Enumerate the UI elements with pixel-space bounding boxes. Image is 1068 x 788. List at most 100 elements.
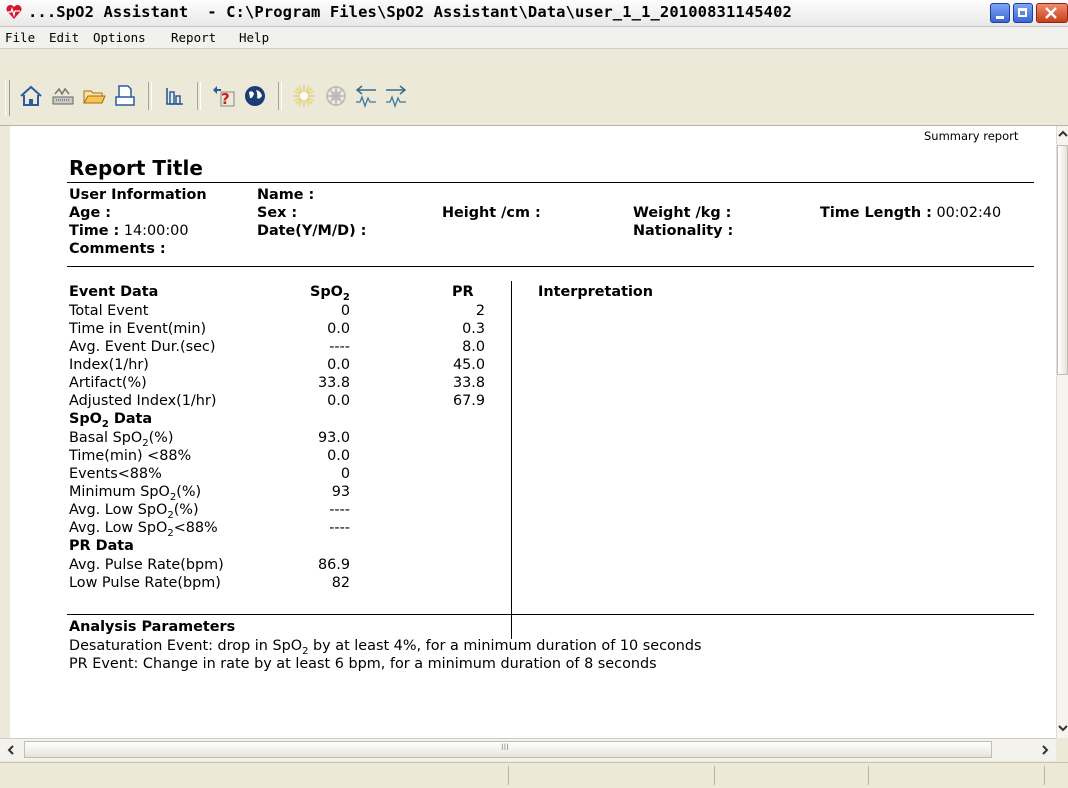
horizontal-scroll-thumb[interactable]: III bbox=[24, 741, 992, 758]
spo2-row-value: ---- bbox=[329, 502, 350, 518]
event-row-pr: 8.0 bbox=[462, 339, 485, 355]
status-divider bbox=[714, 766, 715, 785]
event-row-label: Index(1/hr) bbox=[69, 357, 149, 373]
open-folder-icon[interactable] bbox=[80, 82, 108, 110]
time-label: Time : bbox=[69, 223, 120, 239]
scroll-down-icon[interactable] bbox=[1058, 723, 1068, 733]
spo2-row-label-text: Avg. Low SpO bbox=[69, 520, 168, 536]
toolbar-separator bbox=[148, 82, 152, 110]
spo2-column-header: SpO2 bbox=[310, 284, 350, 303]
status-bar bbox=[0, 762, 1068, 788]
spo2-row-label-text: Basal SpO bbox=[69, 430, 143, 446]
analysis-heading: Analysis Parameters bbox=[69, 619, 236, 635]
spo2-row-label-suffix: (%) bbox=[148, 430, 174, 446]
time-value: 14:00:00 bbox=[123, 223, 189, 239]
svg-text:?: ? bbox=[221, 90, 230, 108]
print-icon[interactable] bbox=[111, 82, 139, 110]
pr-column-header: PR bbox=[452, 284, 474, 300]
scroll-right-icon[interactable] bbox=[1040, 745, 1050, 755]
status-divider bbox=[508, 766, 509, 785]
spo2-row-value: 0.0 bbox=[327, 448, 350, 464]
scroll-grip: III bbox=[501, 743, 509, 753]
desaturation-text-end: by at least 4%, for a minimum duration o… bbox=[308, 638, 702, 654]
time-length: Time Length : 00:02:40 bbox=[820, 205, 1001, 221]
spo2-row-label-text: Time(min) <88% bbox=[69, 448, 192, 464]
help-icon[interactable]: ? bbox=[209, 82, 237, 110]
age-label: Age : bbox=[69, 205, 111, 221]
spo2-row-label-suffix: <88% bbox=[173, 520, 218, 536]
event-row-pr: 2 bbox=[475, 303, 485, 319]
comments-label: Comments : bbox=[69, 241, 166, 257]
interpretation-heading: Interpretation bbox=[538, 284, 654, 300]
spo2-header-main: SpO bbox=[310, 284, 343, 300]
name-label: Name : bbox=[257, 187, 315, 203]
app-heart-icon[interactable] bbox=[5, 4, 23, 20]
event-row-spo2: 0.0 bbox=[327, 321, 350, 337]
spo2-data-heading-sub: 2 bbox=[101, 418, 109, 430]
toolbar-grip[interactable] bbox=[5, 80, 10, 116]
event-row-spo2: 0.0 bbox=[327, 393, 350, 409]
spo2-row-value: 0 bbox=[340, 466, 350, 482]
spo2-data-heading: SpO2 Data bbox=[69, 411, 152, 430]
toolbar-separator bbox=[278, 82, 282, 110]
vertical-scrollbar[interactable] bbox=[1056, 126, 1068, 738]
summary-report-label: Summary report bbox=[924, 129, 1019, 143]
spo2-data-heading-rest: Data bbox=[108, 411, 153, 427]
pr-row-label: Avg. Pulse Rate(bpm) bbox=[69, 557, 224, 573]
event-row-spo2: 0 bbox=[340, 303, 350, 319]
spo2-row-value: 93.0 bbox=[317, 430, 350, 446]
scroll-up-icon[interactable] bbox=[1058, 129, 1068, 139]
event-row-label: Artifact(%) bbox=[69, 375, 147, 391]
menu-report[interactable]: Report bbox=[171, 30, 216, 45]
menu-edit[interactable]: Edit bbox=[49, 30, 79, 45]
globe-icon[interactable] bbox=[241, 82, 269, 110]
spo2-row-value: ---- bbox=[329, 520, 350, 536]
pr-data-heading: PR Data bbox=[69, 538, 134, 554]
divider bbox=[67, 614, 1034, 615]
spo2-row-label: Basal SpO2(%) bbox=[69, 430, 173, 449]
divider bbox=[67, 182, 1034, 183]
weight-label: Weight /kg : bbox=[633, 205, 732, 221]
vertical-scroll-thumb[interactable] bbox=[1057, 145, 1068, 375]
close-button[interactable] bbox=[1036, 3, 1068, 23]
event-row-label: Adjusted Index(1/hr) bbox=[69, 393, 217, 409]
pr-row-value: 86.9 bbox=[317, 557, 350, 573]
spo2-row-label-suffix: (%) bbox=[173, 502, 199, 518]
event-row-pr: 45.0 bbox=[452, 357, 485, 373]
import-icon[interactable] bbox=[352, 82, 380, 110]
user-info-heading: User Information bbox=[69, 187, 207, 203]
column-divider bbox=[511, 281, 512, 639]
spo2-data-heading-main: SpO bbox=[69, 411, 102, 427]
export-icon[interactable] bbox=[382, 82, 410, 110]
event-row-pr: 0.3 bbox=[462, 321, 485, 337]
spo2-row-label: Time(min) <88% bbox=[69, 448, 191, 464]
spo2-row-label-suffix: (%) bbox=[176, 484, 202, 500]
event-row-spo2: 33.8 bbox=[317, 375, 350, 391]
height-label: Height /cm : bbox=[442, 205, 541, 221]
home-icon[interactable] bbox=[17, 82, 45, 110]
time-length-label: Time Length : bbox=[820, 205, 932, 221]
sun-icon[interactable] bbox=[290, 82, 318, 110]
menu-file[interactable]: File bbox=[5, 30, 35, 45]
event-row-pr: 33.8 bbox=[452, 375, 485, 391]
horizontal-scrollbar[interactable]: III bbox=[0, 738, 1056, 761]
report-title: Report Title bbox=[69, 156, 203, 180]
device-icon[interactable] bbox=[49, 82, 77, 110]
chart-bars-icon[interactable] bbox=[160, 82, 188, 110]
date-label: Date(Y/M/D) : bbox=[257, 223, 367, 239]
pr-row-label: Low Pulse Rate(bpm) bbox=[69, 575, 221, 591]
menu-options[interactable]: Options bbox=[93, 30, 146, 45]
snowflake-icon[interactable] bbox=[322, 82, 350, 110]
event-data-heading: Event Data bbox=[69, 284, 159, 300]
spo2-row-label: Avg. Low SpO2<88% bbox=[69, 520, 218, 539]
menu-help[interactable]: Help bbox=[239, 30, 269, 45]
time-length-value: 00:02:40 bbox=[936, 205, 1002, 221]
minimize-button[interactable] bbox=[990, 3, 1010, 23]
report-view[interactable]: Summary report Report Title User Informa… bbox=[10, 126, 1056, 738]
event-row-pr: 67.9 bbox=[452, 393, 485, 409]
pr-row-value: 82 bbox=[331, 575, 350, 591]
maximize-button[interactable] bbox=[1013, 3, 1033, 23]
scroll-left-icon[interactable] bbox=[6, 745, 16, 755]
spo2-row-label-text: Avg. Low SpO bbox=[69, 502, 168, 518]
event-row-spo2: 0.0 bbox=[327, 357, 350, 373]
